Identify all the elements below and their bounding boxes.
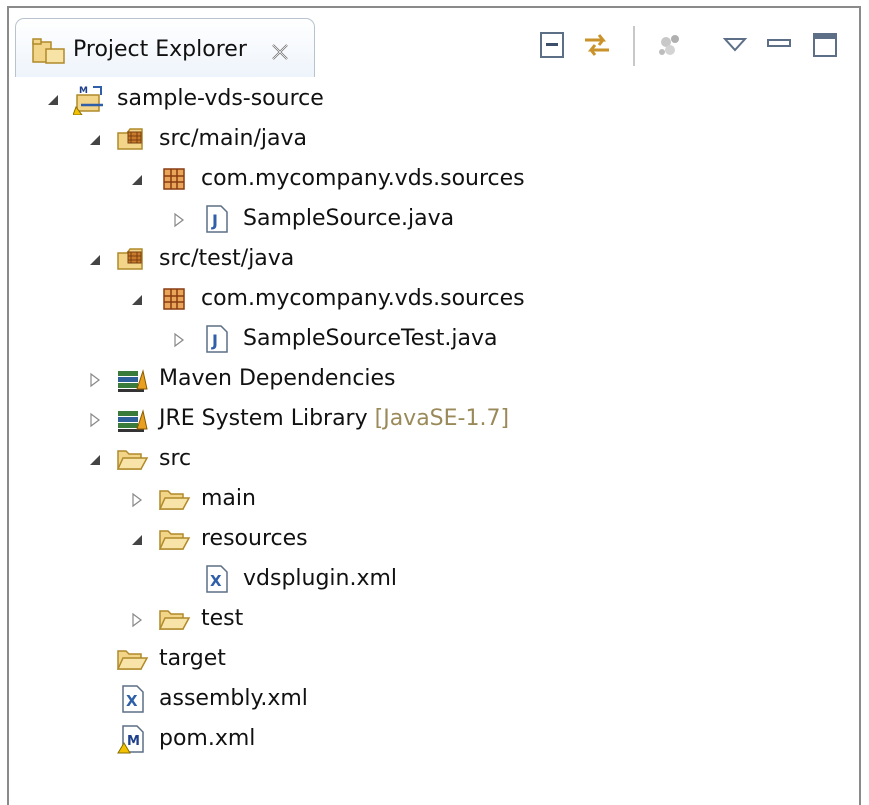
package-icon: [163, 288, 185, 310]
tab-label: Project Explorer: [73, 37, 247, 62]
tree-item-label: target: [159, 646, 226, 671]
view-menu-icon[interactable]: [719, 30, 751, 60]
source-folder-icon: [117, 128, 143, 150]
xml-file-icon: X: [122, 685, 144, 713]
java-file-icon: J: [206, 205, 228, 233]
project-explorer-view: Project Explorer M sample-vds-source src…: [7, 6, 861, 805]
expanded-arrow-icon[interactable]: [87, 132, 103, 148]
expanded-arrow-icon[interactable]: [129, 532, 145, 548]
collapsed-arrow-icon[interactable]: [129, 492, 145, 508]
project-explorer-icon: [32, 38, 65, 64]
svg-text:M: M: [127, 734, 140, 749]
jre-version-decoration: [JavaSE-1.7]: [374, 406, 510, 431]
expanded-arrow-icon[interactable]: [87, 452, 103, 468]
close-icon[interactable]: [270, 42, 290, 62]
expanded-arrow-icon[interactable]: [45, 92, 61, 108]
collapsed-arrow-icon[interactable]: [171, 212, 187, 228]
source-folder-icon: [117, 248, 143, 270]
java-file-icon: J: [206, 325, 228, 353]
expanded-arrow-icon[interactable]: [87, 252, 103, 268]
open-folder-icon: [158, 610, 191, 630]
focus-on-active-task-icon[interactable]: [654, 30, 686, 60]
tree-item-label: assembly.xml: [159, 686, 308, 711]
svg-text:X: X: [210, 572, 222, 590]
svg-text:M: M: [79, 86, 88, 96]
package-icon: [163, 168, 185, 190]
expanded-arrow-icon[interactable]: [129, 172, 145, 188]
collapsed-arrow-icon[interactable]: [129, 612, 145, 628]
tree-item-label: sample-vds-source: [117, 86, 324, 111]
library-icon: [118, 409, 148, 432]
expanded-arrow-icon[interactable]: [129, 292, 145, 308]
tree-item-label: com.mycompany.vds.sources: [201, 286, 525, 311]
view-toolbar: Project Explorer: [9, 8, 859, 80]
minimize-icon[interactable]: [763, 30, 795, 60]
tree-item-label: src/main/java: [159, 126, 308, 151]
project-tree[interactable]: M sample-vds-source src/main/java com.my…: [9, 80, 859, 805]
tree-item-label: vdsplugin.xml: [243, 566, 398, 591]
open-folder-icon: [116, 650, 149, 670]
toolbar-separator: [633, 26, 635, 66]
tree-item-label: main: [201, 486, 256, 511]
tree-item-label: JRE System Library [JavaSE-1.7]: [159, 404, 509, 434]
collapsed-arrow-icon[interactable]: [171, 332, 187, 348]
open-folder-icon: [116, 450, 149, 470]
svg-text:J: J: [211, 331, 218, 350]
open-folder-icon: [158, 530, 191, 550]
library-name: JRE System Library: [159, 406, 368, 431]
link-with-editor-icon[interactable]: [581, 30, 613, 60]
library-icon: [118, 369, 148, 392]
xml-file-icon: X: [206, 565, 228, 593]
tree-item-label: Maven Dependencies: [159, 366, 396, 391]
tree-item-label: SampleSource.java: [243, 206, 455, 231]
svg-text:J: J: [211, 211, 218, 230]
tree-item-label: src/test/java: [159, 246, 295, 271]
maximize-icon[interactable]: [809, 30, 841, 60]
tree-item-label: pom.xml: [159, 726, 256, 751]
tree-item-label: src: [159, 446, 192, 471]
tree-item-label: test: [201, 606, 244, 631]
collapsed-arrow-icon[interactable]: [87, 412, 103, 428]
tab-project-explorer[interactable]: Project Explorer: [15, 18, 315, 77]
svg-text:X: X: [126, 692, 138, 710]
tree-item-label: com.mycompany.vds.sources: [201, 166, 525, 191]
tree-item-label: SampleSourceTest.java: [243, 326, 498, 351]
collapsed-arrow-icon[interactable]: [87, 372, 103, 388]
tree-item-label: resources: [201, 526, 308, 551]
open-folder-icon: [158, 490, 191, 510]
maven-pom-icon: M: [117, 725, 144, 754]
collapse-all-icon[interactable]: [537, 30, 569, 60]
maven-project-icon: M: [73, 86, 103, 115]
